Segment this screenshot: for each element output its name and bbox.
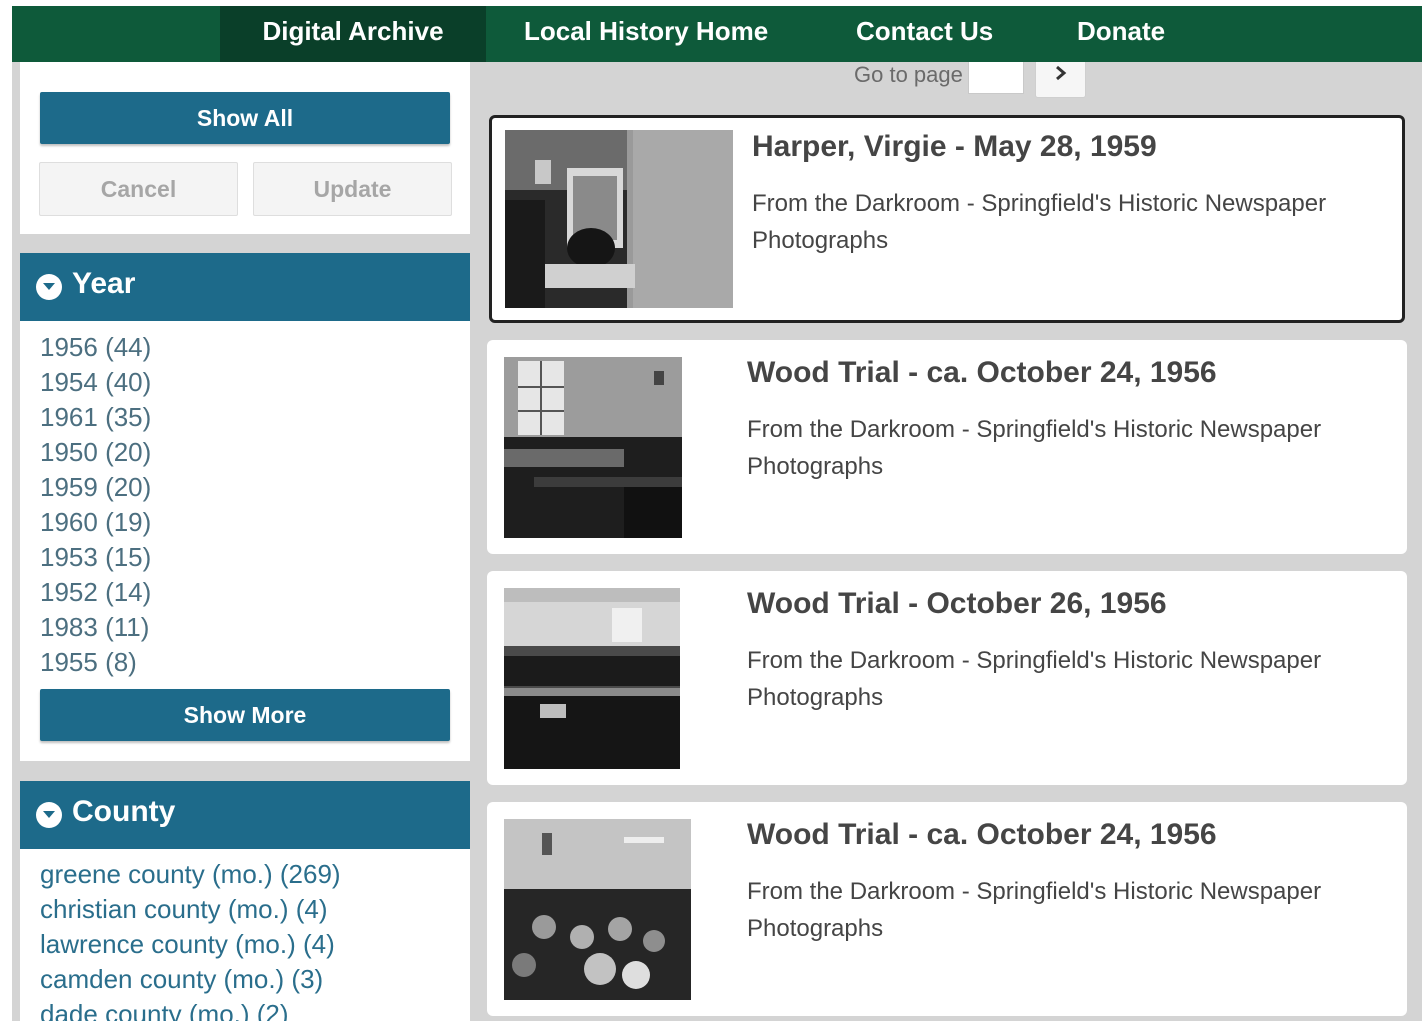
year-facet-header[interactable]: Year <box>20 253 470 321</box>
result-card[interactable]: Wood Trial - ca. October 24, 1956 From t… <box>487 802 1407 1016</box>
chevron-down-circle-icon <box>36 274 62 300</box>
result-collection: From the Darkroom - Springfield's Histor… <box>747 878 1322 942</box>
year-facet-title: Year <box>72 267 136 300</box>
result-collection: From the Darkroom - Springfield's Histor… <box>747 647 1322 711</box>
result-thumbnail[interactable] <box>504 588 680 769</box>
result-card[interactable]: Harper, Virgie - May 28, 1959 From the D… <box>489 115 1405 323</box>
result-title[interactable]: Wood Trial - ca. October 24, 1956 <box>747 818 1217 852</box>
nav-local-history-home[interactable]: Local History Home <box>524 6 768 62</box>
county-item[interactable]: greene county (mo.) (269) <box>40 857 341 892</box>
result-title[interactable]: Wood Trial - ca. October 24, 1956 <box>747 356 1217 390</box>
next-page-button[interactable] <box>1035 62 1086 98</box>
result-card[interactable]: Wood Trial - October 26, 1956 From the D… <box>487 571 1407 785</box>
result-thumbnail[interactable] <box>505 130 733 308</box>
top-navigation: Digital Archive Local History Home Conta… <box>12 6 1422 62</box>
year-item[interactable]: 1956 (44) <box>40 330 151 365</box>
year-item[interactable]: 1960 (19) <box>40 505 151 540</box>
year-item[interactable]: 1953 (15) <box>40 540 151 575</box>
result-title[interactable]: Harper, Virgie - May 28, 1959 <box>752 130 1157 164</box>
year-item[interactable]: 1983 (11) <box>40 610 151 645</box>
nav-donate[interactable]: Donate <box>1077 6 1165 62</box>
county-item[interactable]: lawrence county (mo.) (4) <box>40 927 341 962</box>
year-item[interactable]: 1961 (35) <box>40 400 151 435</box>
county-facet-header[interactable]: County <box>20 781 470 849</box>
result-collection: From the Darkroom - Springfield's Histor… <box>752 190 1327 254</box>
year-item[interactable]: 1952 (14) <box>40 575 151 610</box>
update-button[interactable]: Update <box>253 162 452 216</box>
chevron-down-circle-icon <box>36 802 62 828</box>
nav-contact-us[interactable]: Contact Us <box>856 6 993 62</box>
chevron-right-icon <box>1056 65 1067 81</box>
result-thumbnail[interactable] <box>504 819 691 1000</box>
year-item[interactable]: 1954 (40) <box>40 365 151 400</box>
county-item[interactable]: christian county (mo.) (4) <box>40 892 341 927</box>
year-facet-panel: Year 1956 (44) 1954 (40) 1961 (35) 1950 … <box>20 253 470 761</box>
county-facet-title: County <box>72 795 176 828</box>
county-facet-panel: County greene county (mo.) (269) christi… <box>20 781 470 1021</box>
year-item[interactable]: 1959 (20) <box>40 470 151 505</box>
show-more-button[interactable]: Show More <box>40 689 450 741</box>
filter-actions-panel: Show All Cancel Update <box>20 62 470 234</box>
result-thumbnail[interactable] <box>504 357 682 538</box>
year-item[interactable]: 1955 (8) <box>40 645 151 680</box>
show-all-button[interactable]: Show All <box>40 92 450 144</box>
go-to-page-label: Go to page <box>854 62 963 87</box>
county-item[interactable]: camden county (mo.) (3) <box>40 962 341 997</box>
page-number-input[interactable] <box>968 62 1024 94</box>
cancel-button[interactable]: Cancel <box>39 162 238 216</box>
nav-digital-archive[interactable]: Digital Archive <box>220 6 486 62</box>
county-list: greene county (mo.) (269) christian coun… <box>40 857 341 1021</box>
year-item[interactable]: 1950 (20) <box>40 435 151 470</box>
year-list: 1956 (44) 1954 (40) 1961 (35) 1950 (20) … <box>40 330 151 680</box>
result-card[interactable]: Wood Trial - ca. October 24, 1956 From t… <box>487 340 1407 554</box>
county-item[interactable]: dade county (mo.) (2) <box>40 997 341 1021</box>
result-collection: From the Darkroom - Springfield's Histor… <box>747 416 1322 480</box>
result-title[interactable]: Wood Trial - October 26, 1956 <box>747 587 1167 621</box>
